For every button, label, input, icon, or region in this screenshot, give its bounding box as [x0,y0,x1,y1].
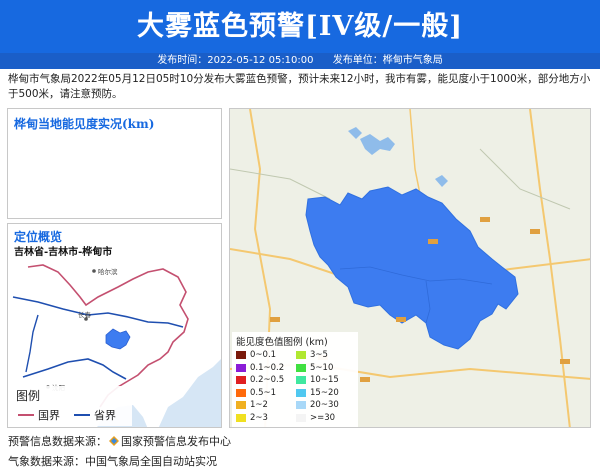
visibility-legend-swatch [296,388,306,397]
city-dot-harbin [92,269,96,273]
publish-time: 发布时间：2022-05-12 05:10:00 [157,55,314,66]
visibility-panel: 桦甸当地能见度实况(km) [7,108,222,219]
visibility-legend-swatch [236,363,246,372]
visibility-legend-swatch [236,388,246,397]
road-marker [270,317,280,322]
warning-header: 大雾蓝色预警[IV级/一般] [0,0,600,53]
weather-source-line: 气象数据来源：中国气象局全国自动站实况 [8,453,217,469]
weather-source-name: 中国气象局全国自动站实况 [85,455,217,468]
visibility-panel-title: 桦甸当地能见度实况(km) [14,117,155,131]
national-border-swatch [18,414,34,416]
road-marker [396,317,406,322]
province-border-label: 省界 [94,409,116,422]
visibility-legend-label: 15~20 [310,387,339,398]
warning-description: 桦甸市气象局2022年05月12日05时10分发布大雾蓝色预警，预计未来12小时… [8,73,591,100]
publish-unit: 发布单位：桦甸市气象局 [332,55,443,66]
visibility-legend-label: 0.1~0.2 [250,362,285,373]
visibility-legend-swatch [296,363,306,372]
visibility-legend-label: 10~15 [310,375,339,385]
warning-center-logo-icon [109,436,119,446]
visibility-color-legend: 能见度色值图例 (km) 0~0.1 0.1~0.2 0.2~0.5 0.5~1 1~2… [232,332,358,427]
visibility-legend-swatch [236,351,246,359]
visibility-legend-label: 5~10 [310,362,334,373]
national-border-label: 国界 [38,409,60,422]
visibility-legend-label: 0.5~1 [250,387,277,398]
overview-legend: 图例 国界 省界 [12,386,132,426]
visibility-legend-label: 1~2 [250,400,268,410]
visibility-legend-title: 能见度色值图例 (km) [236,337,328,348]
visibility-legend-swatch [296,376,306,384]
warning-title: 大雾蓝色预警[IV级/一般] [137,11,463,42]
visibility-legend-swatch [236,401,246,409]
visibility-legend-label: 0.2~0.5 [250,375,285,385]
road-marker [480,217,490,222]
warning-area-map[interactable]: 能见度色值图例 (km) 0~0.1 0.1~0.2 0.2~0.5 0.5~1 1~2… [229,108,591,428]
visibility-legend-swatch [236,413,246,422]
province-border-swatch [74,414,90,416]
overview-legend-title: 图例 [16,389,41,403]
location-overview-panel: 定位概览 吉林省-吉林市-桦甸市 哈尔滨 长春 沈阳 图例 国界 省界 [7,223,222,428]
road-marker [560,359,570,364]
visibility-legend-label: 0~0.1 [250,350,277,360]
road-marker [428,239,438,244]
visibility-legend-label: >=30 [310,412,336,423]
publish-meta-bar: 发布时间：2022-05-12 05:10:00 发布单位：桦甸市气象局 [0,53,600,69]
visibility-legend-label: 3~5 [310,350,328,360]
location-path: 吉林省-吉林市-桦甸市 [14,247,113,258]
visibility-legend-swatch [296,351,306,359]
warning-source-line: 预警信息数据来源： 国家预警信息发布中心 [8,433,231,449]
city-label-harbin: 哈尔滨 [98,267,118,276]
road-marker [530,229,540,234]
visibility-legend-label: 20~30 [310,400,339,410]
city-label-changchun: 长春 [78,310,92,319]
visibility-legend-label: 2~3 [250,412,268,423]
visibility-legend-swatch [296,413,306,422]
visibility-legend-swatch [236,376,246,384]
visibility-legend-swatch [296,401,306,409]
warning-source-name[interactable]: 国家预警信息发布中心 [121,435,231,448]
warning-source-label: 预警信息数据来源： [8,435,107,448]
weather-source-label: 气象数据来源： [8,455,85,468]
road-marker [360,377,370,382]
